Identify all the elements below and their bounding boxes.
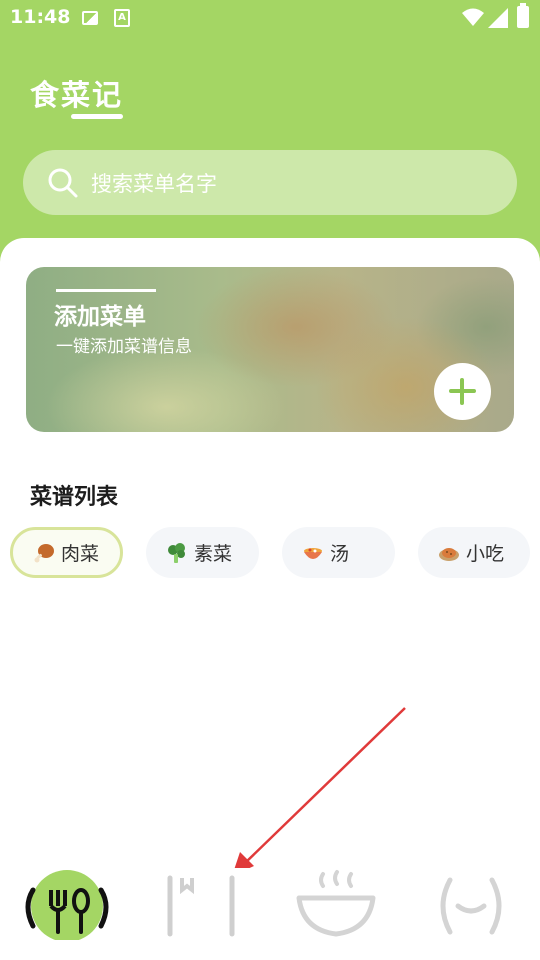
- utensils-icon: [25, 870, 109, 942]
- steaming-bowl-icon: [296, 870, 376, 937]
- bookmark-book-icon: [167, 875, 235, 937]
- nav-favorites[interactable]: [150, 868, 250, 940]
- nav-bowl[interactable]: [285, 868, 385, 940]
- annotation-arrow: [232, 707, 406, 876]
- nav-recipes[interactable]: [17, 868, 117, 942]
- smiley-face-icon: [440, 877, 502, 935]
- bottom-nav: [0, 868, 540, 960]
- nav-profile[interactable]: [420, 868, 520, 940]
